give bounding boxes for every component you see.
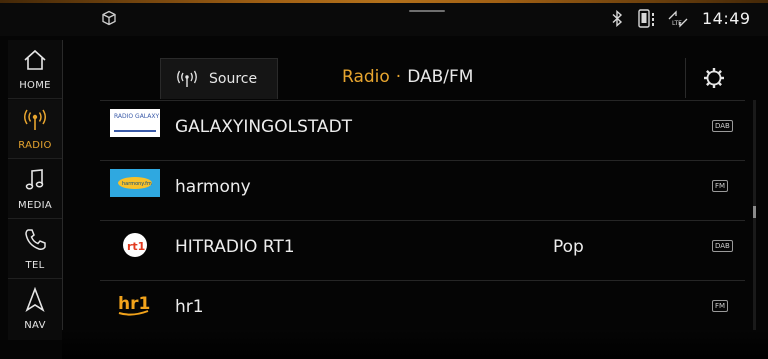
svg-text:RADIO GALAXY: RADIO GALAXY [114, 113, 159, 120]
nav-home-label: HOME [19, 80, 51, 91]
music-note-icon [25, 169, 44, 190]
radio-galaxy-logo: RADIO GALAXY [110, 109, 160, 137]
nav-nav[interactable]: NAV [8, 280, 62, 338]
band-badge: DAB [712, 240, 733, 252]
phone-icon [25, 229, 46, 250]
cube-icon[interactable] [101, 10, 117, 26]
pull-down-handle[interactable] [409, 10, 445, 12]
station-genre: Pop [553, 237, 584, 257]
svg-text:rt1: rt1 [127, 240, 145, 253]
station-row[interactable]: RADIO GALAXY GALAXYINGOLSTADT DAB [100, 100, 745, 161]
nav-media[interactable]: MEDIA [8, 160, 62, 219]
lte-signal-icon: LTE [668, 10, 688, 28]
radio-antenna-icon [24, 109, 46, 130]
page-title: Radio · DAB/FM [342, 67, 473, 87]
nav-tel[interactable]: TEL [8, 220, 62, 279]
band-badge: FM [712, 180, 729, 192]
hr1-logo: hr1 [118, 294, 150, 316]
settings-button[interactable] [685, 58, 744, 98]
source-button[interactable]: Source [160, 58, 278, 99]
title-separator: · [395, 67, 402, 87]
phone-battery-icon [638, 9, 654, 28]
nav-radio-label: RADIO [18, 140, 52, 151]
band-badge: DAB [712, 120, 733, 132]
bluetooth-icon [612, 10, 623, 27]
bottom-fade [62, 330, 768, 359]
infotainment-screen: LTE 14:49 HOME RADIO MEDIA TEL NAV Sourc… [0, 0, 768, 359]
station-name: harmony [175, 177, 251, 197]
station-row[interactable]: rt1 HITRADIO RT1 Pop DAB [100, 220, 745, 281]
hitradio-rt1-logo: rt1 [123, 233, 147, 257]
station-row[interactable]: harmony.fm harmony FM [100, 160, 745, 221]
svg-text:LTE: LTE [672, 20, 682, 27]
title-secondary: DAB/FM [407, 67, 474, 87]
band-badge: FM [712, 300, 729, 312]
nav-tel-label: TEL [25, 260, 45, 271]
station-list: RADIO GALAXY GALAXYINGOLSTADT DAB harmon… [100, 100, 745, 340]
home-icon [24, 49, 46, 70]
navigation-arrow-icon [25, 287, 45, 312]
svg-text:harmony.fm: harmony.fm [122, 181, 152, 187]
scrollbar-thumb[interactable] [753, 206, 756, 218]
scrollbar-track[interactable] [753, 100, 756, 340]
station-name: hr1 [175, 297, 204, 317]
nav-nav-label: NAV [24, 320, 46, 331]
clock: 14:49 [702, 9, 751, 28]
station-name: HITRADIO RT1 [175, 237, 295, 257]
source-label: Source [209, 71, 258, 87]
gear-icon [704, 68, 724, 88]
station-name: GALAXYINGOLSTADT [175, 117, 353, 137]
nav-radio[interactable]: RADIO [8, 100, 62, 159]
radio-antenna-icon [177, 70, 197, 87]
accent-line [0, 0, 768, 3]
title-primary: Radio [342, 67, 390, 87]
status-bar: LTE 14:49 [0, 0, 768, 36]
nav-media-label: MEDIA [18, 200, 52, 211]
nav-home[interactable]: HOME [8, 40, 62, 99]
harmony-fm-logo: harmony.fm [110, 169, 160, 197]
main-nav: HOME RADIO MEDIA TEL NAV [8, 40, 63, 340]
